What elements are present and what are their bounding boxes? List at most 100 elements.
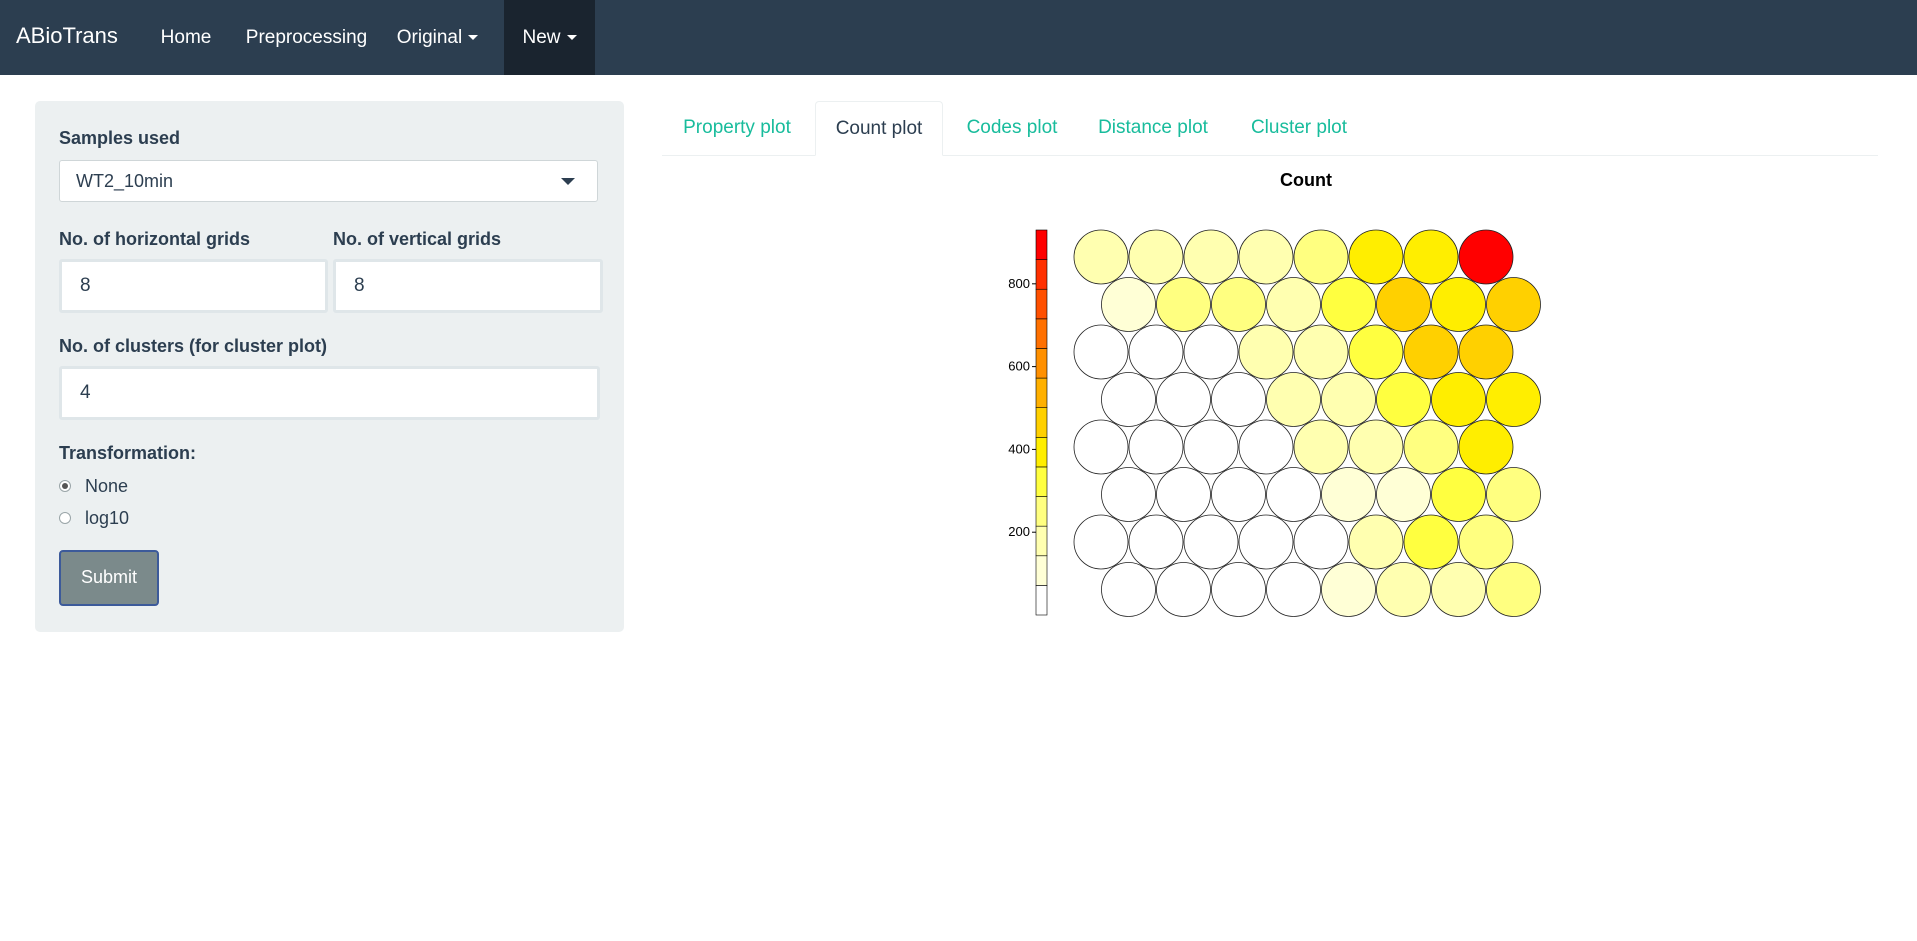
som-node <box>1101 562 1156 617</box>
som-node <box>1238 419 1294 475</box>
sidebar-panel: Samples used WT2_10min No. of horizontal… <box>35 101 624 632</box>
som-node <box>1321 277 1376 332</box>
som-node <box>1431 372 1486 427</box>
som-node <box>1156 562 1211 617</box>
som-node <box>1238 229 1294 285</box>
colorbar-segment <box>1035 229 1048 260</box>
som-node <box>1073 229 1129 285</box>
radio-label-log10: log10 <box>85 508 130 528</box>
som-node <box>1431 467 1486 522</box>
som-node <box>1486 467 1541 522</box>
som-node <box>1238 514 1294 570</box>
colorbar-tick-label: 600 <box>1008 359 1030 374</box>
nav-home-label: Home <box>160 27 212 48</box>
som-node <box>1101 467 1156 522</box>
colorbar-segment <box>1035 496 1048 527</box>
som-node <box>1128 324 1184 380</box>
som-node <box>1266 372 1321 427</box>
hgrid-input[interactable] <box>62 262 325 310</box>
som-node <box>1211 277 1266 332</box>
som-node <box>1101 372 1156 427</box>
tab-count-plot[interactable]: Count plot <box>815 101 943 156</box>
tab-property-plot[interactable]: Property plot <box>662 101 812 155</box>
som-node <box>1266 277 1321 332</box>
som-node <box>1183 419 1239 475</box>
colorbar-segment <box>1035 525 1048 557</box>
chart-title: Count <box>1280 170 1332 190</box>
colorbar-segment <box>1035 348 1048 379</box>
som-node <box>1266 562 1321 617</box>
som-node <box>1458 229 1514 285</box>
radio-label-none: None <box>85 476 129 496</box>
submit-button[interactable]: Submit <box>59 550 159 606</box>
plot-tabs: Property plot Count plot Codes plot Dist… <box>662 101 1878 156</box>
brand-title[interactable]: ABioTrans <box>16 0 118 75</box>
count-plot-chart: Count 200 400 600 800 <box>1008 170 1541 617</box>
som-node <box>1348 514 1404 570</box>
colorbar-segment <box>1035 318 1048 349</box>
colorbar-segment <box>1035 437 1048 468</box>
som-node <box>1486 372 1541 427</box>
colorbar-segment <box>1035 555 1048 586</box>
colorbar-segment <box>1035 377 1048 408</box>
clusters-input-wrapper <box>59 366 600 420</box>
colorbar-tick-label: 400 <box>1008 441 1030 456</box>
som-node <box>1156 372 1211 427</box>
som-node <box>1211 372 1266 427</box>
vgrid-input[interactable] <box>336 262 600 310</box>
som-node <box>1486 277 1541 332</box>
colorbar-tick-label: 200 <box>1008 524 1030 539</box>
vgrid-label: No. of vertical grids <box>333 229 502 249</box>
som-node <box>1376 372 1431 427</box>
nav-new-dropdown[interactable]: New <box>504 0 595 75</box>
caret-down-icon <box>468 35 479 41</box>
samples-select[interactable]: WT2_10min <box>59 160 598 202</box>
som-node <box>1348 324 1404 380</box>
som-node <box>1128 229 1184 285</box>
radio-button-unchecked[interactable] <box>59 512 71 524</box>
som-node <box>1211 562 1266 617</box>
som-node <box>1458 324 1514 380</box>
som-node <box>1458 419 1514 475</box>
som-node <box>1266 467 1321 522</box>
nav-preprocessing-label: Preprocessing <box>245 27 368 48</box>
colorbar-tick-label: 800 <box>1008 276 1030 291</box>
som-node <box>1293 419 1349 475</box>
som-node <box>1431 277 1486 332</box>
tab-distance-plot[interactable]: Distance plot <box>1080 101 1226 155</box>
tab-codes-plot[interactable]: Codes plot <box>947 101 1077 155</box>
som-node <box>1486 562 1541 617</box>
som-node <box>1293 324 1349 380</box>
som-node <box>1458 514 1514 570</box>
clusters-label: No. of clusters (for cluster plot) <box>59 336 328 356</box>
navbar: ABioTrans Home Preprocessing Original Ne… <box>0 0 1917 75</box>
som-node <box>1211 467 1266 522</box>
radio-button-checked[interactable] <box>59 480 71 492</box>
caret-down-icon <box>566 35 577 41</box>
nav-original-dropdown[interactable]: Original <box>387 0 488 75</box>
som-node <box>1128 514 1184 570</box>
som-node <box>1156 277 1211 332</box>
som-node <box>1321 372 1376 427</box>
nav-home[interactable]: Home <box>145 0 227 75</box>
som-node <box>1101 277 1156 332</box>
som-node <box>1403 514 1459 570</box>
som-node <box>1431 562 1486 617</box>
hgrid-label: No. of horizontal grids <box>59 229 250 249</box>
samples-label: Samples used <box>59 128 181 148</box>
tab-cluster-plot[interactable]: Cluster plot <box>1229 101 1369 155</box>
samples-select-value: WT2_10min <box>76 171 174 191</box>
som-node <box>1348 419 1404 475</box>
som-node-grid <box>1073 229 1541 617</box>
colorbar-segment <box>1035 288 1048 320</box>
som-node <box>1376 562 1431 617</box>
clusters-input[interactable] <box>62 369 597 417</box>
som-node <box>1238 324 1294 380</box>
transformation-label: Transformation: <box>59 443 197 463</box>
som-node <box>1156 467 1211 522</box>
som-node <box>1183 324 1239 380</box>
vgrid-input-wrapper <box>333 259 603 313</box>
nav-preprocessing[interactable]: Preprocessing <box>232 0 381 75</box>
som-node <box>1348 229 1404 285</box>
colorbar-segment <box>1035 585 1048 616</box>
